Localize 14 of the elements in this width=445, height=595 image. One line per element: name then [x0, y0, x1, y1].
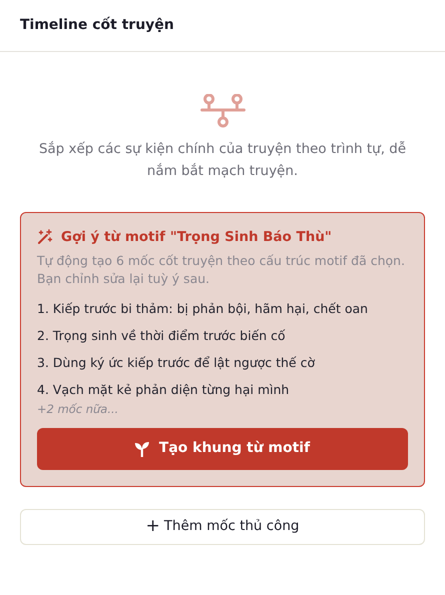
suggestion-description: Tự động tạo 6 mốc cốt truyện theo cấu trúc motif đã chọn. Bạn chỉnh sửa lại tuỳ ý sau. [37, 252, 406, 288]
suggestion-title: Gợi ý từ motif "Trọng Sinh Báo Thù" [61, 228, 332, 247]
generate-button[interactable]: Tạo khung từ motif [37, 428, 408, 470]
sprout-icon [135, 440, 150, 456]
milestone-item: 1. Kiếp trước bi thảm: bị phản bội, hãm hại, chết oan [37, 300, 369, 318]
magic-wand-icon [37, 229, 53, 246]
milestone-item: 3. Dùng ký ức kiếp trước để lật ngược thế cờ [37, 354, 316, 372]
add-milestone-button[interactable]: + Thêm mốc thủ công [20, 508, 425, 544]
milestone-item: 4. Vạch mặt kẻ phản diện từng hại mình [37, 381, 290, 400]
panel-title: Timeline cốt truyện [20, 16, 174, 35]
more-milestones: +2 mốc nữa... [37, 401, 120, 418]
empty-state-description: Sắp xếp các sự kiện chính của truyện theo trình tự, dễ nắm bắt mạch truyện. [38, 140, 408, 181]
milestone-item: 2. Trọng sinh về thời điểm trước biến cố [37, 327, 286, 346]
timeline-icon [200, 94, 246, 128]
